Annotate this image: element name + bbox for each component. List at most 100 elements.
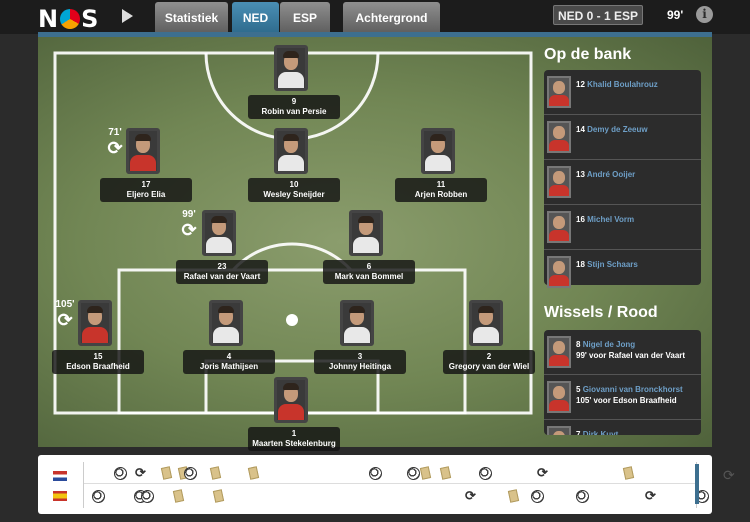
player-photo (209, 300, 243, 346)
subs-item[interactable]: 8 Nigel de Jong 99' voor Rafael van der V… (544, 330, 701, 375)
bench-item-text: 14 Demy de Zeeuw (576, 125, 648, 134)
bench-name[interactable]: Khalid Boulahrouz (587, 80, 658, 89)
sub-mark-99: 99' ⟳ (174, 209, 204, 239)
player-number: 3 (357, 352, 363, 361)
player-label: 17 Eljero Elia (100, 178, 192, 202)
player-name: Rafael van der Vaart (183, 272, 261, 281)
player-thumbnail (547, 211, 571, 243)
player-name: Robin van Persie (261, 107, 327, 116)
bench-item[interactable]: 12 Khalid Boulahrouz (544, 70, 701, 115)
player-label: 11 Arjen Robben (395, 178, 487, 202)
player-photo (274, 45, 308, 91)
player-photo (126, 128, 160, 174)
timeline-track[interactable]: ⟳ ⟳ ⟳ ⟳ (83, 462, 709, 508)
bench-item-text: 16 Michel Vorm (576, 215, 634, 224)
info-icon[interactable]: i (696, 6, 713, 23)
player-number: 11 (436, 180, 446, 189)
subs-name[interactable]: Dirk Kuyt (583, 430, 619, 435)
player-name: Edson Braafheid (66, 362, 130, 371)
player-photo (78, 300, 112, 346)
goal-ball-icon[interactable] (184, 467, 197, 480)
player-photo (340, 300, 374, 346)
score-display: NED 0 - 1 ESP (553, 5, 643, 25)
player-label: 9 Robin van Persie (248, 95, 340, 119)
player-name: Maarten Stekelenburg (252, 439, 336, 448)
sub-minute: 99' (182, 209, 196, 220)
substitution-icon[interactable]: ⟳ (134, 466, 147, 479)
bench-item[interactable]: 13 André Ooijer (544, 160, 701, 205)
substitution-icon[interactable]: ⟳ (536, 466, 549, 479)
player-name: Eljero Elia (126, 190, 166, 199)
player-number: 9 (291, 97, 297, 106)
bench-name[interactable]: André Ooijer (587, 170, 635, 179)
player-name: Mark van Bommel (334, 272, 404, 281)
subs-item-text: 8 Nigel de Jong (576, 340, 635, 349)
timeline-row-ned (84, 462, 698, 484)
bench-name[interactable]: Michel Vorm (587, 215, 634, 224)
player-label: 10 Wesley Sneijder (248, 178, 340, 202)
substitution-icon[interactable]: ⟳ (644, 489, 657, 502)
player-photo (202, 210, 236, 256)
subs-name[interactable]: Nigel de Jong (583, 340, 635, 349)
player-number: 23 (217, 262, 227, 271)
bench-name[interactable]: Demy de Zeeuw (587, 125, 647, 134)
bench-number: 13 (576, 170, 585, 179)
player-thumbnail (547, 336, 571, 368)
subs-detail: 105' voor Edson Braafheid (576, 396, 677, 405)
tab-statistiek[interactable]: Statistiek (155, 2, 228, 34)
bench-title: Op de bank (544, 46, 632, 63)
bench-item[interactable]: 16 Michel Vorm (544, 205, 701, 250)
substitution-icon[interactable]: ⟳ (464, 489, 477, 502)
subs-name[interactable]: Giovanni van Bronckhorst (583, 385, 683, 394)
sub-minute: 71' (108, 127, 122, 138)
bench-name[interactable]: Stijn Schaars (587, 260, 638, 269)
tab-achtergrond[interactable]: Achtergrond (343, 2, 440, 34)
goal-ball-icon[interactable] (576, 490, 589, 503)
goal-ball-icon[interactable] (92, 490, 105, 503)
subs-title: Wissels / Rood (544, 304, 658, 321)
match-minute: 99' (667, 8, 684, 22)
substitution-icon: ⟳ (181, 220, 197, 240)
player-label: 23 Rafael van der Vaart (176, 260, 268, 284)
timeline-scroll-icon[interactable]: ⟳ (723, 467, 735, 484)
goal-ball-icon[interactable] (114, 467, 127, 480)
bench-number: 14 (576, 125, 585, 134)
subs-detail: 99' voor Rafael van der Vaart (576, 351, 686, 360)
tab-esp[interactable]: ESP (280, 2, 330, 34)
player-number: 2 (486, 352, 492, 361)
subs-number: 7 (576, 430, 581, 435)
goal-ball-icon[interactable] (369, 467, 382, 480)
goal-ball-icon[interactable] (141, 490, 154, 503)
player-thumbnail (547, 76, 571, 108)
bench-item[interactable]: 14 Demy de Zeeuw (544, 115, 701, 160)
bench-item-text: 12 Khalid Boulahrouz (576, 80, 658, 89)
substitution-icon: ⟳ (57, 310, 73, 330)
bench-number: 12 (576, 80, 585, 89)
player-name: Arjen Robben (414, 190, 468, 199)
player-label: 2 Gregory van der Wiel (443, 350, 535, 374)
player-photo (274, 128, 308, 174)
subs-item[interactable]: 7 Dirk Kuyt (544, 420, 701, 435)
bench-item[interactable]: 18 Stijn Schaars (544, 250, 701, 295)
goal-ball-icon[interactable] (479, 467, 492, 480)
subs-item[interactable]: 5 Giovanni van Bronckhorst 105' voor Edso… (544, 375, 701, 420)
sub-minute: 105' (55, 299, 75, 310)
player-label: 15 Edson Braafheid (52, 350, 144, 374)
sub-mark-71: 71' ⟳ (100, 127, 130, 157)
player-name: Gregory van der Wiel (448, 362, 530, 371)
player-number: 17 (141, 180, 151, 189)
goal-ball-icon[interactable] (531, 490, 544, 503)
goal-ball-icon[interactable] (407, 467, 420, 480)
player-name: Joris Mathijsen (199, 362, 259, 371)
bench-number: 18 (576, 260, 585, 269)
bench-list: 12 Khalid Boulahrouz 14 Demy de Zeeuw 13 A… (544, 70, 701, 288)
player-thumbnail (547, 381, 571, 413)
player-thumbnail (547, 166, 571, 198)
play-icon[interactable] (122, 9, 133, 23)
timeline-progress-marker[interactable] (695, 464, 699, 504)
player-number: 6 (366, 262, 372, 271)
tab-ned[interactable]: NED (232, 2, 279, 34)
bench-number: 16 (576, 215, 585, 224)
match-timeline: ⟳ ⟳ ⟳ ⟳ (38, 455, 712, 514)
player-label: 1 Maarten Stekelenburg (248, 427, 340, 451)
